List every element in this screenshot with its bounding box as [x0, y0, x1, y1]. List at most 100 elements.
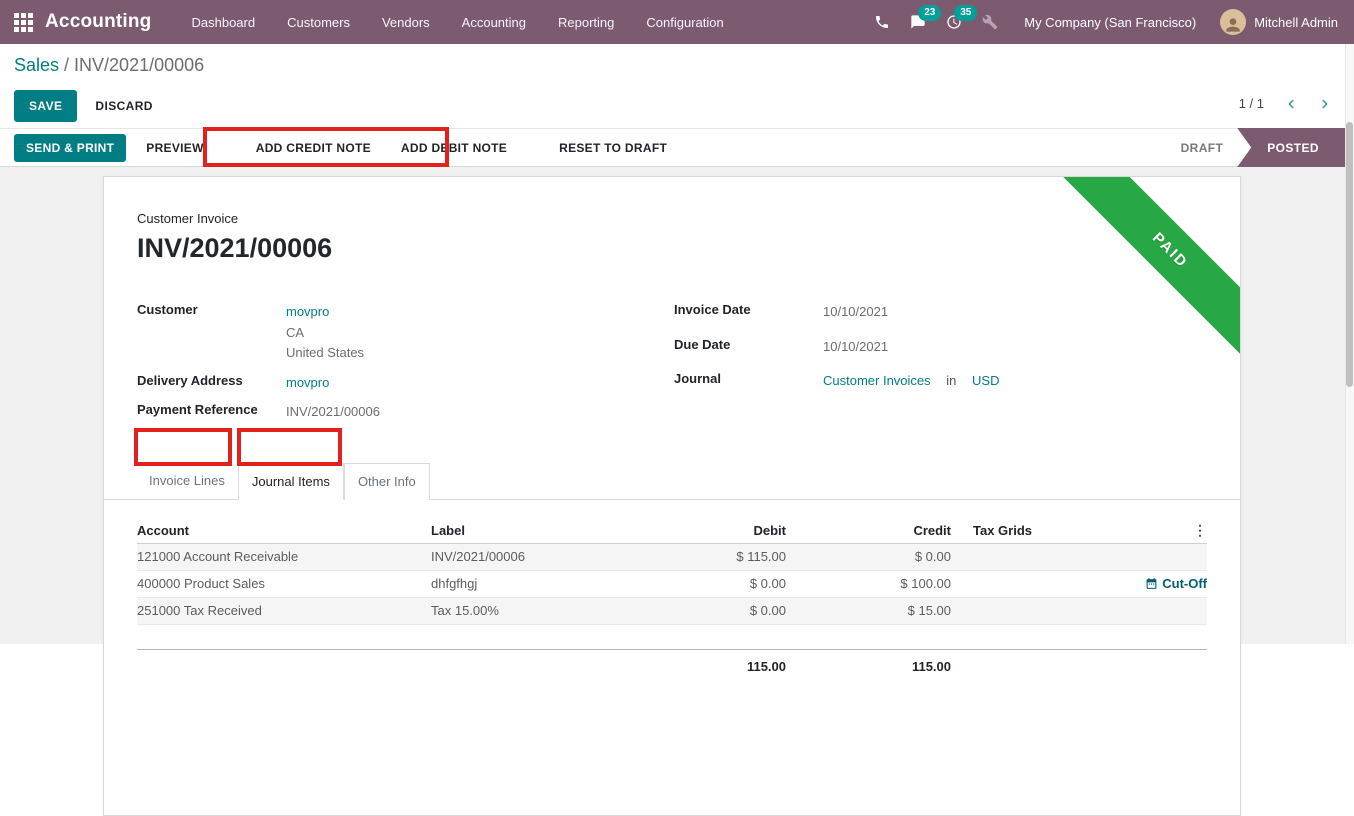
state-posted-badge[interactable]: POSTED [1237, 128, 1345, 167]
totals-row: 115.00 115.00 [137, 649, 1207, 674]
app-title: Accounting [45, 11, 152, 33]
totals-spacer [431, 659, 676, 674]
nav-item-accounting[interactable]: Accounting [446, 0, 542, 44]
company-switcher[interactable]: My Company (San Francisco) [1024, 15, 1196, 30]
nav-item-customers[interactable]: Customers [271, 0, 366, 44]
field-groups: Customer movpro CA United States Deliver… [137, 302, 1207, 432]
nav-item-dashboard[interactable]: Dashboard [176, 0, 272, 44]
payment-reference-label: Payment Reference [137, 402, 286, 423]
add-debit-note-button[interactable]: ADD DEBIT NOTE [391, 134, 517, 162]
customer-label: Customer [137, 302, 286, 364]
cell-debit: $ 115.00 [676, 549, 786, 564]
journal-label: Journal [674, 371, 823, 392]
totals-spacer [951, 659, 1136, 674]
messages-icon[interactable]: 23 [900, 0, 936, 44]
state-draft[interactable]: DRAFT [1181, 141, 1224, 155]
header-account[interactable]: Account [137, 523, 431, 538]
pager-value: 1 / 1 [1239, 96, 1264, 111]
header-credit[interactable]: Credit [786, 523, 951, 538]
header-tax-grids[interactable]: Tax Grids [951, 523, 1136, 538]
invoice-date-label: Invoice Date [674, 302, 823, 323]
payment-reference-field: Payment Reference INV/2021/00006 [137, 402, 674, 423]
breadcrumb: Sales / INV/2021/00006 [14, 55, 204, 76]
cell-label: INV/2021/00006 [431, 549, 676, 564]
pager-next-icon[interactable] [1318, 97, 1332, 111]
pager: 1 / 1 [1239, 96, 1332, 111]
delivery-address-link[interactable]: movpro [286, 373, 329, 394]
delivery-address-label: Delivery Address [137, 373, 286, 394]
cell-debit: $ 0.00 [676, 576, 786, 591]
tab-other-info[interactable]: Other Info [344, 463, 430, 500]
cell-credit: $ 100.00 [786, 576, 951, 591]
header-label[interactable]: Label [431, 523, 676, 538]
nav-item-reporting[interactable]: Reporting [542, 0, 630, 44]
activities-icon[interactable]: 35 [936, 0, 972, 44]
tab-invoice-lines[interactable]: Invoice Lines [136, 463, 238, 500]
customer-country: United States [286, 343, 364, 364]
reset-to-draft-button[interactable]: RESET TO DRAFT [549, 134, 677, 162]
cell-label: Tax 15.00% [431, 603, 676, 618]
customer-link[interactable]: movpro [286, 302, 364, 323]
statusbar: SEND & PRINT PREVIEW ADD CREDIT NOTE ADD… [0, 128, 1345, 167]
top-navbar: Accounting Dashboard Customers Vendors A… [0, 0, 1354, 44]
invoice-date-field: Invoice Date 10/10/2021 [674, 302, 1207, 323]
cell-account: 121000 Account Receivable [137, 549, 431, 564]
due-date-label: Due Date [674, 337, 823, 358]
cell-label: dhfgfhgj [431, 576, 676, 591]
send-print-button[interactable]: SEND & PRINT [14, 134, 126, 162]
total-credit: 115.00 [786, 659, 951, 674]
tab-journal-items[interactable]: Journal Items [238, 463, 344, 500]
optional-columns-icon[interactable]: ⋮ [1193, 523, 1207, 537]
table-header-row: Account Label Debit Credit Tax Grids ⋮ [137, 518, 1207, 544]
user-avatar[interactable] [1220, 9, 1246, 35]
delivery-address-field: Delivery Address movpro [137, 373, 674, 394]
vertical-scrollbar-track[interactable] [1345, 44, 1354, 644]
user-menu[interactable]: Mitchell Admin [1254, 15, 1338, 30]
cutoff-label: Cut-Off [1162, 576, 1207, 591]
journal-value: Customer Invoices in USD [823, 371, 999, 392]
due-date-field: Due Date 10/10/2021 [674, 337, 1207, 358]
tools-icon[interactable] [972, 0, 1008, 44]
table-row[interactable]: 121000 Account Receivable INV/2021/00006… [137, 544, 1207, 571]
journal-link[interactable]: Customer Invoices [823, 373, 931, 388]
table-row[interactable]: 400000 Product Sales dhfgfhgj $ 0.00 $ 1… [137, 571, 1207, 598]
document-type-label: Customer Invoice [137, 211, 1207, 226]
invoice-date-value[interactable]: 10/10/2021 [823, 302, 888, 323]
currency-link[interactable]: USD [972, 373, 999, 388]
calendar-icon [1145, 577, 1158, 590]
phone-icon[interactable] [864, 0, 900, 44]
totals-spacer [1136, 659, 1207, 674]
discard-button[interactable]: DISCARD [89, 91, 158, 121]
preview-button[interactable]: PREVIEW [136, 134, 213, 162]
cell-account: 400000 Product Sales [137, 576, 431, 591]
payment-reference-value[interactable]: INV/2021/00006 [286, 402, 380, 423]
due-date-value[interactable]: 10/10/2021 [823, 337, 888, 358]
header-debit[interactable]: Debit [676, 523, 786, 538]
cutoff-button[interactable]: Cut-Off [1145, 576, 1207, 591]
nav-item-vendors[interactable]: Vendors [366, 0, 446, 44]
invoice-sheet: PAID Customer Invoice INV/2021/00006 Cus… [103, 176, 1241, 816]
save-button[interactable]: SAVE [14, 90, 77, 122]
apps-grid-icon[interactable] [14, 13, 33, 32]
journal-field: Journal Customer Invoices in USD [674, 371, 1207, 392]
pager-previous-icon[interactable] [1284, 97, 1298, 111]
add-credit-note-button[interactable]: ADD CREDIT NOTE [246, 134, 381, 162]
table-row[interactable]: 251000 Tax Received Tax 15.00% $ 0.00 $ … [137, 598, 1207, 625]
header-actions: SAVE DISCARD [14, 90, 159, 122]
customer-value: movpro CA United States [286, 302, 364, 364]
breadcrumb-sales-link[interactable]: Sales [14, 55, 59, 75]
total-debit: 115.00 [676, 659, 786, 674]
journal-in-word: in [946, 373, 956, 388]
totals-spacer [137, 659, 431, 674]
breadcrumb-current: / INV/2021/00006 [59, 55, 204, 75]
invoice-number-title: INV/2021/00006 [137, 233, 1207, 264]
customer-state: CA [286, 323, 364, 344]
customer-field: Customer movpro CA United States [137, 302, 674, 364]
vertical-scrollbar-thumb[interactable] [1346, 122, 1353, 387]
field-group-right: Invoice Date 10/10/2021 Due Date 10/10/2… [674, 302, 1207, 432]
nav-item-configuration[interactable]: Configuration [630, 0, 739, 44]
cell-credit: $ 0.00 [786, 549, 951, 564]
field-group-left: Customer movpro CA United States Deliver… [137, 302, 674, 432]
cell-credit: $ 15.00 [786, 603, 951, 618]
notebook-tabs: Invoice Lines Journal Items Other Info [104, 463, 1240, 500]
